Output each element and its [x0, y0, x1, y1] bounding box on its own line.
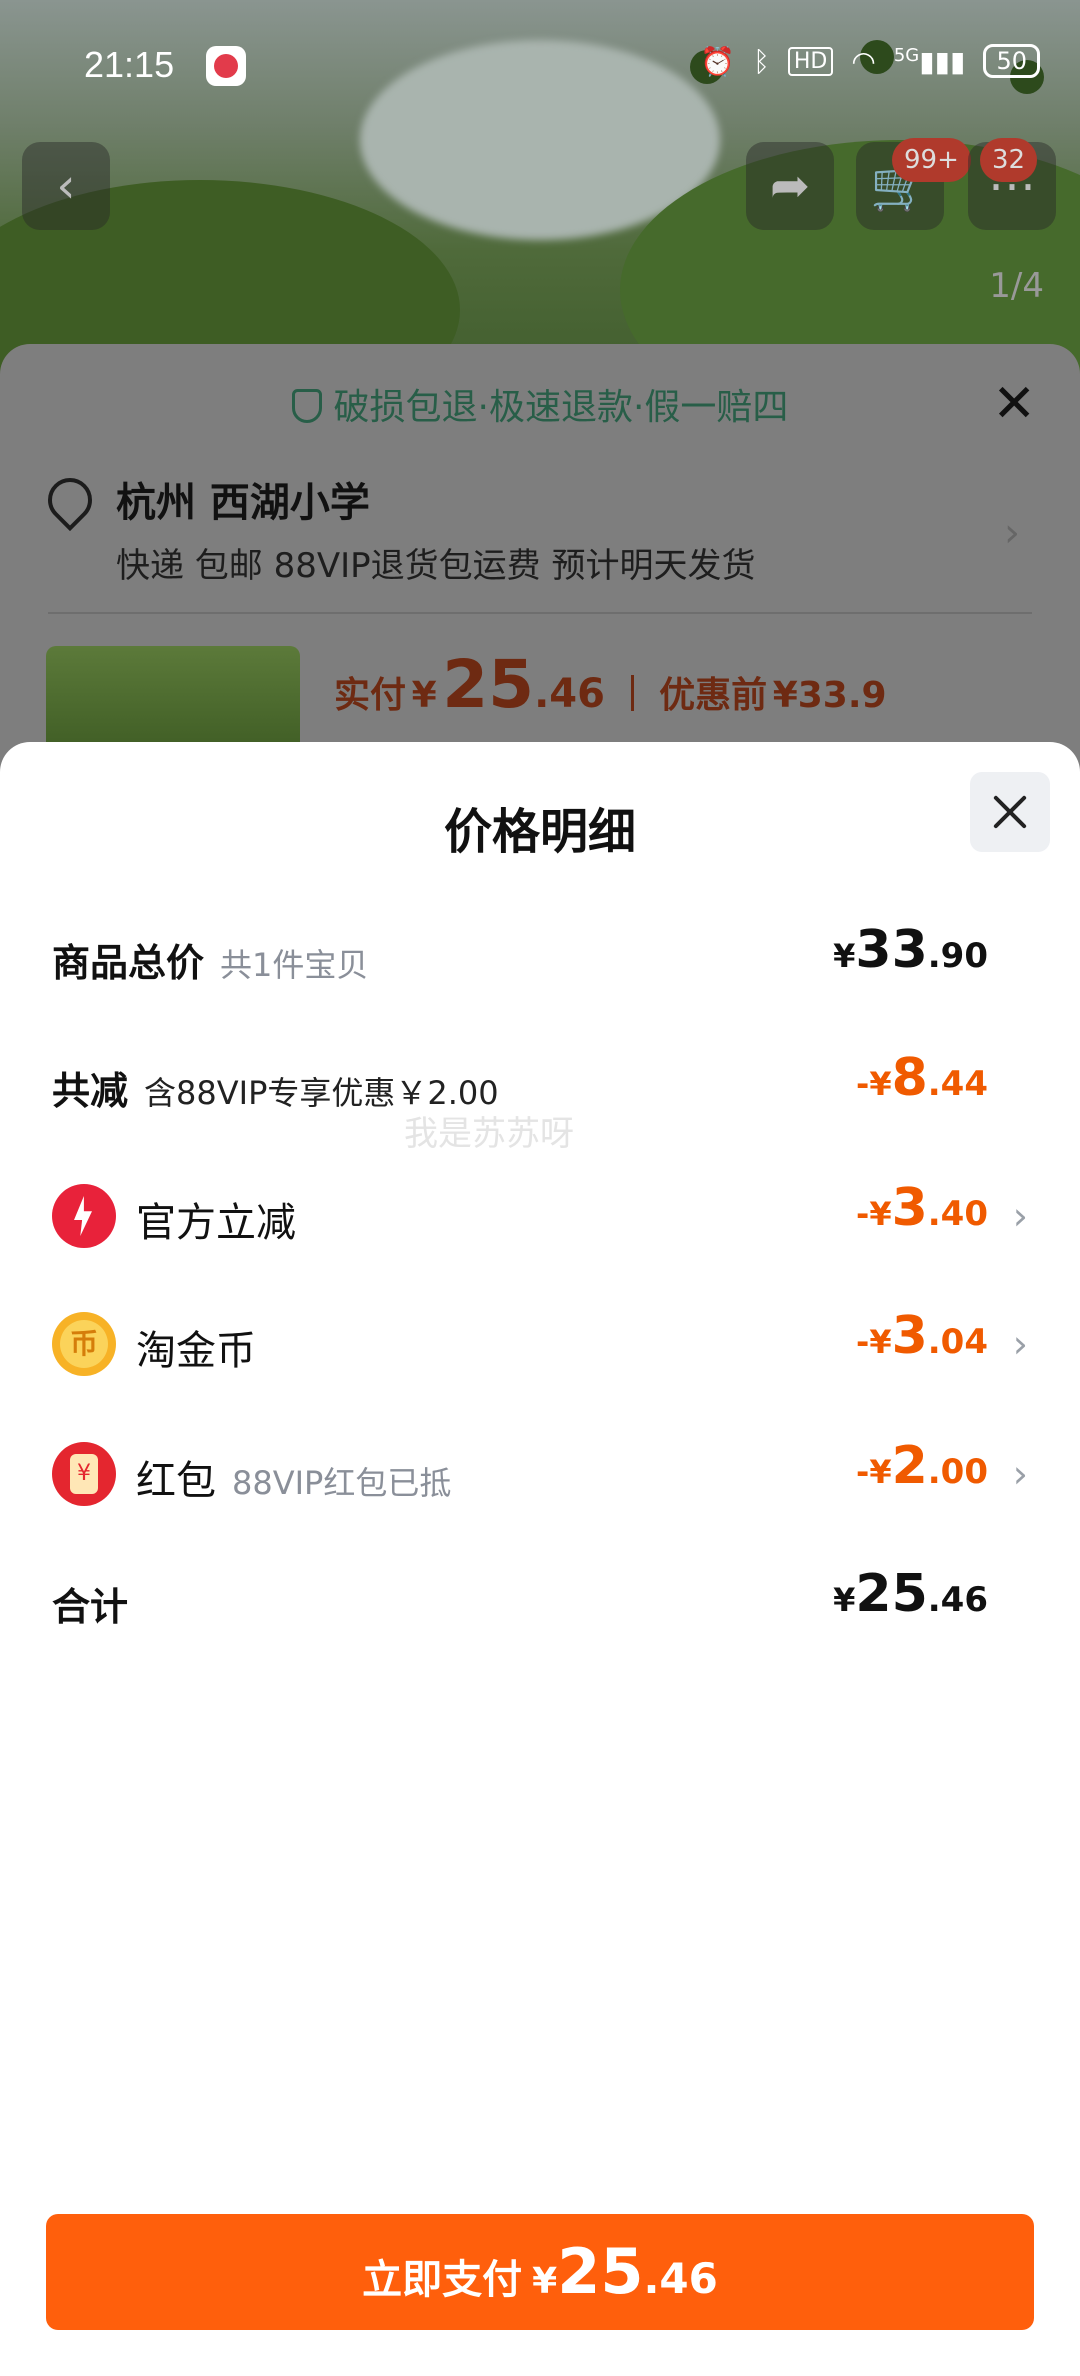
row-amount: ¥25.46: [833, 1564, 988, 1624]
row-amount: -¥8.44: [856, 1048, 988, 1108]
back-button[interactable]: ‹: [22, 142, 110, 230]
share-button[interactable]: ➦: [746, 142, 834, 230]
app-notification-icon: [206, 46, 246, 86]
cart-button[interactable]: 🛒 99+: [856, 138, 971, 230]
cart-badge: 99+: [892, 138, 971, 182]
row-grand-total: 合计 ¥25.46: [52, 1564, 1028, 1644]
shipping-info: 快递 包邮 88VIP退货包运费 预计明天发货: [116, 546, 756, 586]
bluetooth-icon: ᛒ: [753, 44, 770, 78]
guarantee-banner: 破损包退·极速退款·假一赔四: [0, 378, 1080, 430]
alarm-icon: ⏰: [700, 44, 736, 78]
address-text: 杭州 西湖小学: [116, 480, 370, 526]
signal-icon: 5G▮▮▮: [893, 44, 966, 78]
image-pager: 1/4: [989, 266, 1044, 306]
chevron-right-icon: ›: [1012, 1452, 1028, 1496]
watermark: 我是苏苏呀: [404, 1114, 574, 1154]
wifi-icon: ◠: [851, 44, 876, 78]
row-official-discount[interactable]: 官方立减 -¥3.40 ›: [52, 1178, 1028, 1258]
gold-coin-icon: [52, 1312, 116, 1376]
price-detail-sheet: 价格明细 商品总价 共1件宝贝 ¥33.90 共减 含88VIP专享优惠￥2.00 …: [0, 742, 1080, 2376]
row-red-packet[interactable]: 红包 88VIP红包已抵 -¥2.00 ›: [52, 1436, 1028, 1516]
red-packet-icon: [52, 1442, 116, 1506]
divider: [48, 612, 1032, 614]
location-pin-icon: [38, 468, 102, 532]
chevron-right-icon: ›: [1004, 510, 1020, 556]
order-sheet-close-button[interactable]: ✕: [992, 374, 1036, 434]
chevron-right-icon: ›: [1012, 1322, 1028, 1366]
row-sub-label: 88VIP红包已抵: [232, 1464, 452, 1502]
row-amount: -¥3.40: [856, 1178, 988, 1238]
row-label: 官方立减: [136, 1200, 296, 1246]
row-amount: -¥2.00: [856, 1436, 988, 1496]
row-label: 淘金币: [136, 1328, 256, 1374]
row-item-total: 商品总价 共1件宝贝 ¥33.90: [52, 920, 1028, 1000]
guarantee-text: 破损包退·极速退款·假一赔四: [333, 387, 789, 428]
sheet-title: 价格明细: [443, 804, 636, 860]
pay-summary: 实付 ¥ 25.46 优惠前 ¥33.9: [334, 646, 887, 723]
row-gold-coin[interactable]: 淘金币 -¥3.04 ›: [52, 1306, 1028, 1386]
message-button[interactable]: ⋯ 32: [968, 138, 1056, 230]
status-time: 21:15: [84, 44, 175, 85]
row-label: 红包: [136, 1458, 216, 1504]
battery-icon: 50: [983, 44, 1040, 78]
close-button[interactable]: [970, 772, 1050, 852]
lightning-icon: [52, 1184, 116, 1248]
message-badge: 32: [980, 138, 1038, 182]
shield-icon: [291, 389, 322, 423]
row-amount: ¥33.90: [833, 920, 988, 980]
pay-now-button[interactable]: 立即支付 ¥25.46: [46, 2214, 1034, 2330]
hd-icon: HD: [787, 46, 834, 76]
row-label: 商品总价: [52, 941, 205, 985]
product-top-nav: ‹ ➦ 🛒 99+ ⋯ 32: [0, 138, 1080, 230]
row-label: 共减: [52, 1069, 129, 1113]
status-bar: 21:15 ⏰ ᛒ HD ◠ 5G▮▮▮ 50: [0, 0, 1080, 120]
row-sub-label: 共1件宝贝: [220, 946, 369, 984]
row-amount: -¥3.04: [856, 1306, 988, 1366]
row-label: 合计: [52, 1585, 129, 1629]
chevron-right-icon: ›: [1012, 1194, 1028, 1238]
